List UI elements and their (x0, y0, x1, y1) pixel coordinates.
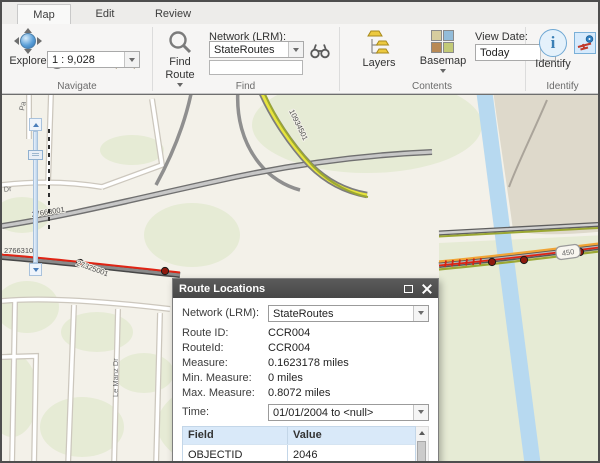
basemap-button[interactable]: Basemap (418, 30, 468, 73)
time-label: Time: (182, 406, 210, 418)
min-measure-label: Min. Measure: (182, 371, 252, 384)
tab-edit[interactable]: Edit (80, 4, 130, 24)
dialog-time-combo[interactable]: 01/01/2004 to <null> (268, 403, 429, 421)
map-scale-value: 1 : 9,028 (52, 54, 95, 66)
table-header-row: Field Value (183, 427, 415, 444)
svg-text:27325001: 27325001 (75, 258, 109, 278)
routeid-value: CCR004 (268, 341, 311, 354)
time-row: Time: 01/01/2004 to <null> (182, 403, 429, 421)
identify-i-icon: i (539, 29, 567, 57)
identify-label: Identify (535, 58, 571, 70)
identify-button[interactable]: i Identify (531, 29, 575, 70)
basemap-label: Basemap (419, 55, 467, 67)
layers-tree-icon (367, 30, 390, 54)
identify-route-locations-tool[interactable] (574, 32, 596, 54)
route-value-input[interactable] (209, 60, 303, 75)
map-zoom-slider[interactable] (28, 118, 43, 276)
maximize-icon[interactable] (404, 284, 413, 293)
tab-review[interactable]: Review (142, 4, 204, 24)
svg-text:Le Manz Dr: Le Manz Dr (111, 358, 120, 397)
table-scrollbar[interactable] (416, 426, 429, 461)
explore-compass-icon (14, 28, 42, 54)
table-row[interactable]: OBJECTID 2046 (183, 444, 415, 461)
tab-map[interactable]: Map (17, 4, 71, 24)
layers-label: Layers (362, 57, 396, 69)
network-row-label: Network (LRM): (182, 307, 260, 319)
dialog-title: Route Locations (179, 282, 266, 295)
layers-button[interactable]: Layers (356, 30, 402, 69)
find-group-label: Find (235, 81, 256, 92)
cell-field: OBJECTID (183, 445, 288, 461)
explore-button[interactable]: Explore (8, 28, 48, 67)
magnifier-icon (169, 31, 192, 54)
app-window: Map Edit Review Explore 1: 9,028 Naviga… (0, 0, 600, 463)
route-shield: 450 (555, 243, 581, 261)
max-measure-value: 0.8072 miles (268, 386, 331, 399)
ribbon-tabstrip: Map Edit Review (2, 2, 598, 24)
routeid-label: RouteId: (182, 341, 224, 354)
routeid-row: RouteId: CCR004 (182, 340, 429, 355)
dialog-body: Network (LRM): StateRoutes Route ID: CCR… (173, 298, 438, 461)
dialog-network-combo[interactable]: StateRoutes (268, 304, 429, 322)
attribute-table-zone: Field Value OBJECTID 2046 FromDate 1/1/2… (182, 426, 429, 461)
find-route-label-1: Find (169, 56, 191, 68)
close-icon[interactable] (422, 284, 432, 294)
slider-zoom-in-button[interactable] (29, 118, 42, 131)
route-id-row: Route ID: CCR004 (182, 325, 429, 340)
binoculars-icon (310, 44, 330, 59)
route-id-value: CCR004 (268, 326, 311, 339)
value-column-header: Value (293, 429, 322, 441)
field-column-header: Field (183, 427, 288, 444)
svg-text:450: 450 (561, 247, 575, 258)
route-id-label: Route ID: (182, 326, 229, 339)
dialog-time-value: 01/01/2004 to <null> (273, 406, 374, 419)
dialog-time-dropdown-arrow[interactable] (413, 404, 428, 420)
cell-value: 2046 (293, 449, 318, 461)
network-lrm-dropdown-arrow[interactable] (288, 42, 303, 57)
dashed-route-ticks (48, 129, 50, 233)
map-viewport[interactable]: 450 27663001 27663101 27325001 10934501 … (2, 94, 598, 461)
scrollbar-up-arrow[interactable] (416, 427, 427, 439)
map-scale-dropdown-arrow[interactable] (124, 52, 139, 67)
view-date-label: View Date: (475, 31, 528, 43)
min-measure-value: 0 miles (268, 371, 303, 384)
max-measure-row: Max. Measure: 0.8072 miles (182, 385, 429, 400)
explore-label: Explore (9, 55, 47, 67)
network-lrm-value: StateRoutes (214, 44, 275, 56)
identify-group-label: Identify (546, 81, 579, 92)
max-measure-label: Max. Measure: (182, 386, 255, 399)
basemap-dropdown-caret (440, 69, 446, 73)
find-route-button[interactable]: Find Route (159, 29, 201, 87)
measure-row: Measure: 0.1623178 miles (182, 355, 429, 370)
measure-label: Measure: (182, 356, 228, 369)
slider-zoom-out-button[interactable] (29, 263, 42, 276)
slider-handle[interactable] (28, 150, 43, 160)
map-scale-combo[interactable]: 1 : 9,028 (47, 51, 140, 68)
measure-value: 0.1623178 miles (268, 356, 349, 369)
identify-route-icon (577, 34, 593, 50)
dialog-network-value: StateRoutes (273, 307, 334, 320)
network-lrm-combo[interactable]: StateRoutes (209, 41, 304, 58)
network-row: Network (LRM): StateRoutes (182, 304, 429, 322)
route-locations-dialog: Route Locations Network (LRM): StateRout… (172, 278, 439, 461)
search-routes-button[interactable] (310, 42, 330, 64)
dialog-titlebar[interactable]: Route Locations (173, 279, 438, 298)
ribbon: Explore 1: 9,028 Navigate Find Route Ne… (2, 24, 598, 94)
basemap-tiles-icon (431, 30, 455, 54)
navigate-group-label: Navigate (57, 81, 97, 92)
dialog-network-dropdown-arrow[interactable] (413, 305, 428, 321)
min-measure-row: Min. Measure: 0 miles (182, 370, 429, 385)
contents-group-label: Contents (411, 81, 453, 92)
find-route-label-2: Route (165, 69, 195, 81)
attribute-table: Field Value OBJECTID 2046 FromDate 1/1/2… (182, 426, 416, 461)
scrollbar-thumb[interactable] (417, 441, 426, 461)
